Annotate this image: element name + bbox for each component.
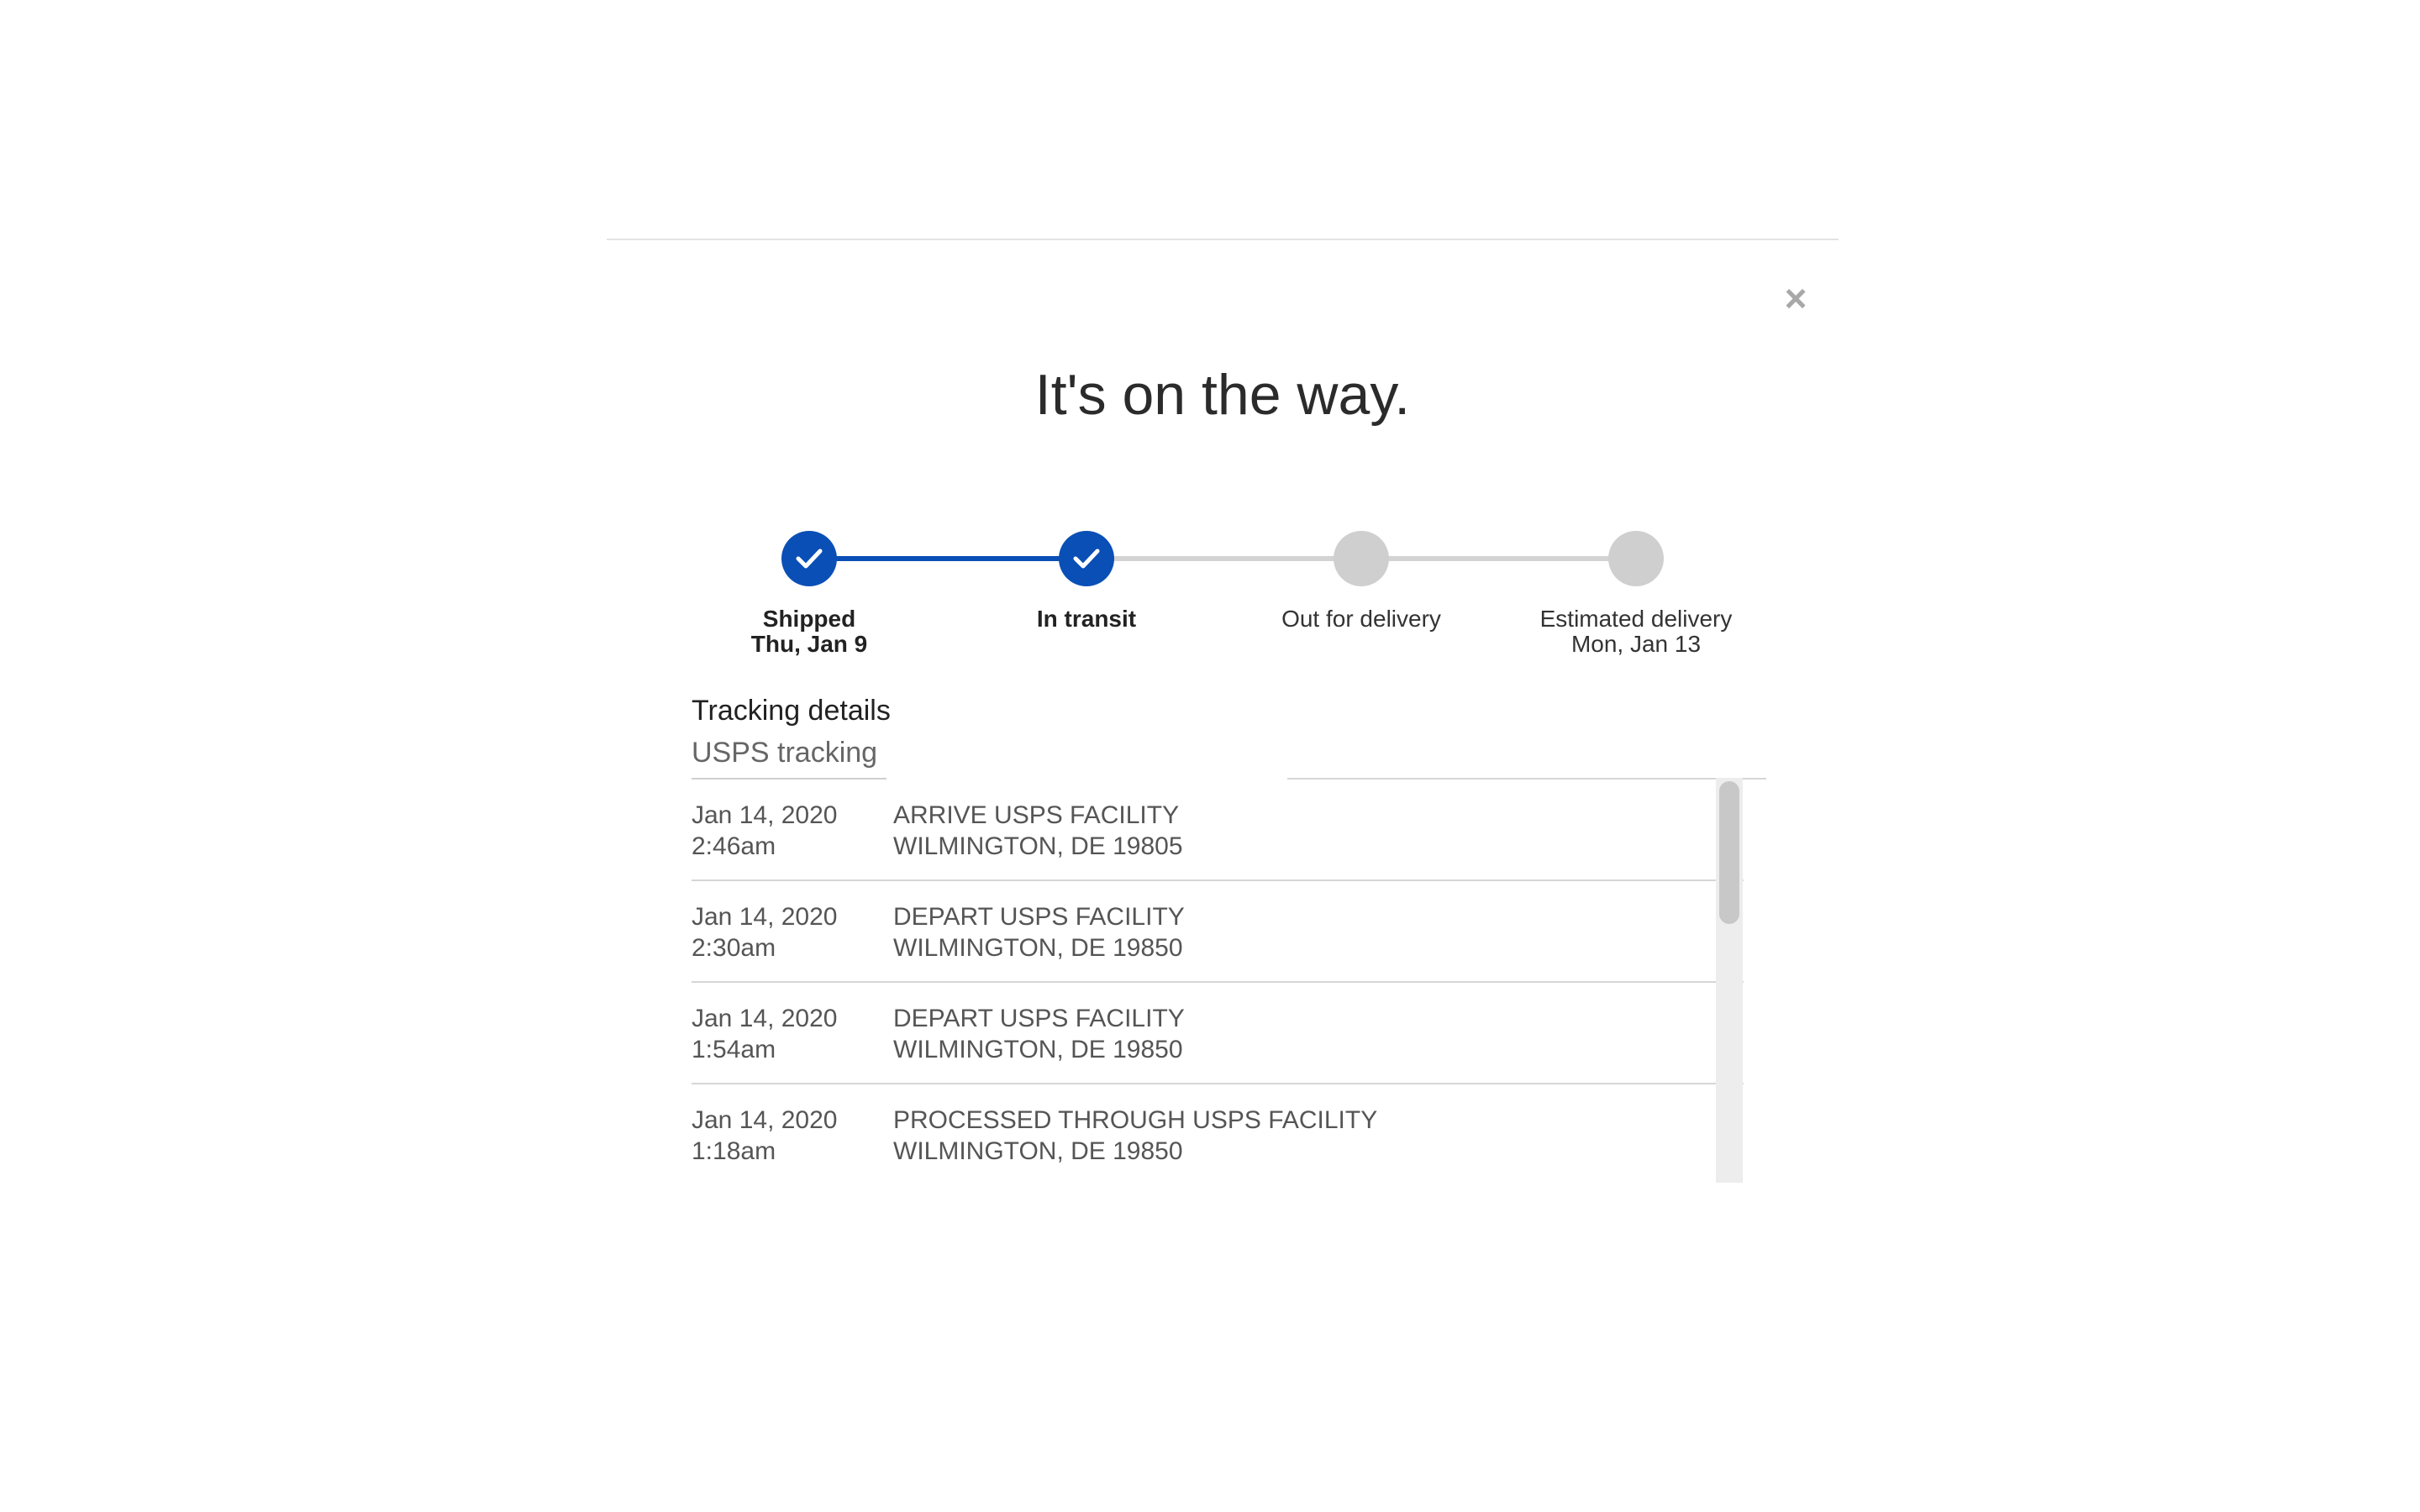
event-datetime: Jan 14, 2020 2:30am [692,901,885,963]
table-row: Jan 14, 2020 1:18am PROCESSED THROUGH US… [692,1084,1744,1183]
scrollbar[interactable] [1716,778,1743,1183]
event-description: DEPART USPS FACILITY WILMINGTON, DE 1985… [893,901,1717,963]
close-icon[interactable]: × [1775,277,1817,319]
event-location: WILMINGTON, DE 19850 [893,934,1183,962]
check-icon [1059,531,1114,586]
event-date: Jan 14, 2020 [692,801,838,829]
event-description: ARRIVE USPS FACILITY WILMINGTON, DE 1980… [893,800,1717,862]
step-date: Thu, Jan 9 [750,631,868,657]
step-in-transit: In transit [960,497,1213,632]
pending-dot-icon [1334,531,1389,586]
event-date: Jan 14, 2020 [692,1005,838,1032]
event-location: WILMINGTON, DE 19850 [893,1137,1183,1165]
table-row: Jan 14, 2020 1:54am DEPART USPS FACILITY… [692,983,1744,1084]
table-row: Jan 14, 2020 2:30am DEPART USPS FACILITY… [692,881,1744,983]
event-time: 1:54am [692,1036,776,1063]
event-status: DEPART USPS FACILITY [893,1005,1185,1032]
step-shipped: Shipped Thu, Jan 9 [683,497,935,657]
event-status: ARRIVE USPS FACILITY [893,801,1180,829]
event-time: 2:46am [692,832,776,860]
step-label: Shipped [762,606,856,632]
step-label: Estimated delivery [1539,606,1733,632]
step-label: Out for delivery [1281,606,1441,632]
event-date: Jan 14, 2020 [692,1106,838,1134]
event-description: DEPART USPS FACILITY WILMINGTON, DE 1985… [893,1003,1717,1065]
modal-title: It's on the way. [1034,363,1411,427]
carrier-tracking-label: USPS tracking [692,737,878,769]
tracking-modal: × It's on the way. Shipped Thu, Jan 9 In… [607,239,1839,1332]
table-row: Jan 14, 2020 2:46am ARRIVE USPS FACILITY… [692,780,1744,881]
event-location: WILMINGTON, DE 19805 [893,832,1183,860]
tracking-events-list[interactable]: Jan 14, 2020 2:46am ARRIVE USPS FACILITY… [692,780,1744,1183]
event-time: 2:30am [692,934,776,962]
step-out-for-delivery: Out for delivery [1235,497,1487,632]
event-datetime: Jan 14, 2020 2:46am [692,800,885,862]
delivery-progress-stepper: Shipped Thu, Jan 9 In transit Out for de… [607,497,1839,665]
pending-dot-icon [1608,531,1664,586]
event-time: 1:18am [692,1137,776,1165]
step-estimated-delivery: Estimated delivery Mon, Jan 13 [1510,497,1762,657]
step-date: Mon, Jan 13 [1570,631,1702,657]
event-datetime: Jan 14, 2020 1:54am [692,1003,885,1065]
scrollbar-thumb[interactable] [1719,781,1739,924]
event-status: PROCESSED THROUGH USPS FACILITY [893,1106,1378,1134]
step-label: In transit [1036,606,1137,632]
event-datetime: Jan 14, 2020 1:18am [692,1105,885,1167]
check-icon [781,531,837,586]
event-status: DEPART USPS FACILITY [893,903,1185,931]
event-location: WILMINGTON, DE 19850 [893,1036,1183,1063]
event-description: PROCESSED THROUGH USPS FACILITY WILMINGT… [893,1105,1717,1167]
tracking-details-heading: Tracking details [692,695,891,727]
event-date: Jan 14, 2020 [692,903,838,931]
